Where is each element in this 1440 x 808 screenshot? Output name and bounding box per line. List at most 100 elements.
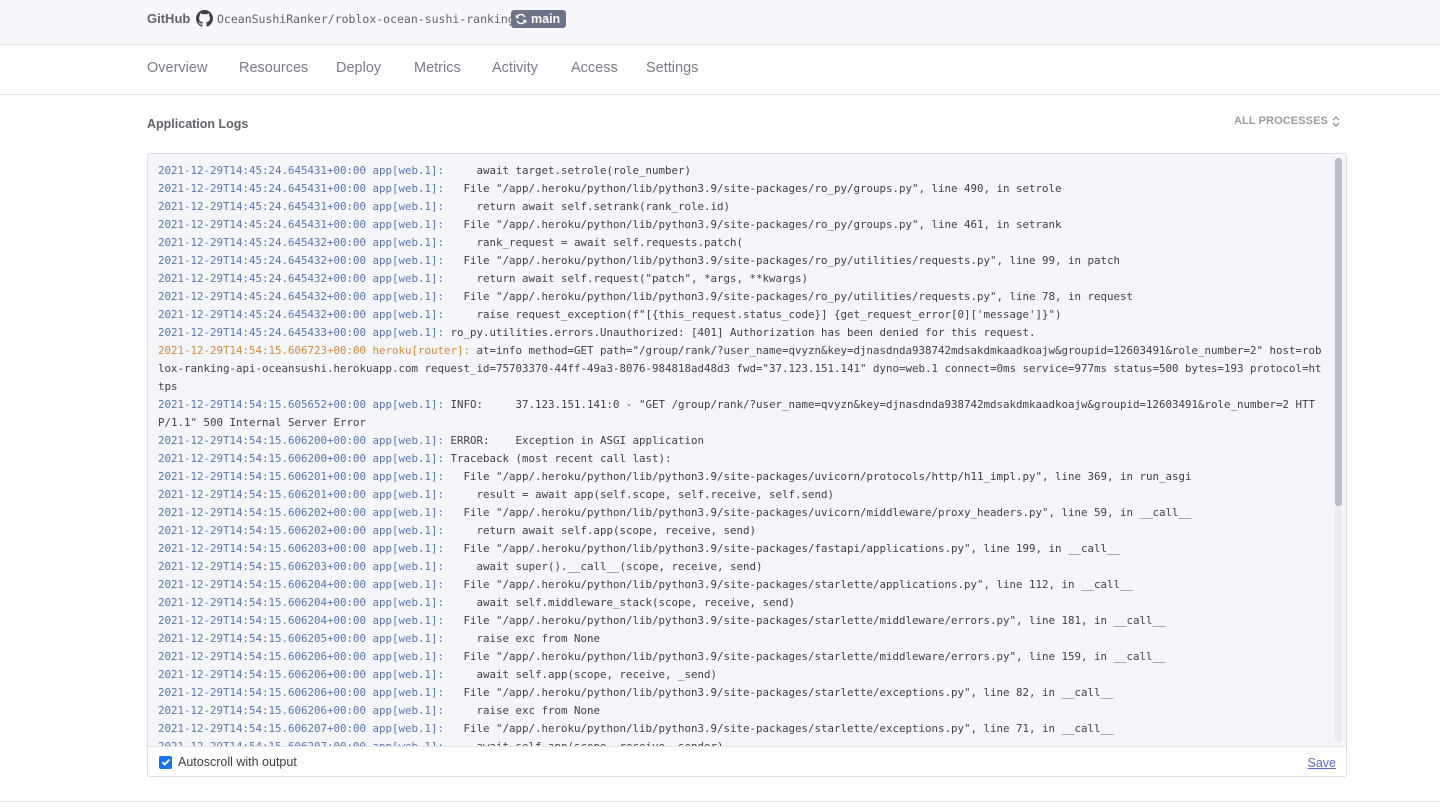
tab-overview[interactable]: Overview bbox=[147, 60, 207, 76]
log-line: 2021-12-29T14:54:15.606201+00:00 app[web… bbox=[158, 486, 1326, 504]
log-line-message: File "/app/.heroku/python/lib/python3.9/… bbox=[444, 470, 1192, 483]
log-line-message: File "/app/.heroku/python/lib/python3.9/… bbox=[444, 506, 1192, 519]
log-line: 2021-12-29T14:54:15.606202+00:00 app[web… bbox=[158, 504, 1326, 522]
app-header: GitHub OceanSushiRanker/roblox-ocean-sus… bbox=[0, 0, 1440, 45]
process-filter-select[interactable]: ALL PROCESSES bbox=[1234, 115, 1340, 127]
log-line-source: 2021-12-29T14:54:15.606204+00:00 app[web… bbox=[158, 614, 445, 627]
github-icon bbox=[196, 10, 213, 27]
log-output[interactable]: 2021-12-29T14:45:24.645431+00:00 app[web… bbox=[148, 154, 1332, 746]
save-logs-link[interactable]: Save bbox=[1308, 756, 1337, 770]
branch-badge[interactable]: main bbox=[511, 10, 567, 28]
autoscroll-label: Autoscroll with output bbox=[178, 755, 297, 769]
log-line-message: raise exc from None bbox=[444, 632, 601, 645]
log-line-source: 2021-12-29T14:54:15.606723+00:00 heroku[… bbox=[158, 344, 471, 357]
log-line-message: File "/app/.heroku/python/lib/python3.9/… bbox=[444, 218, 1062, 231]
tab-resources[interactable]: Resources bbox=[239, 60, 308, 76]
log-line-message: File "/app/.heroku/python/lib/python3.9/… bbox=[444, 542, 1121, 555]
tab-deploy[interactable]: Deploy bbox=[336, 60, 381, 76]
log-line: 2021-12-29T14:45:24.645432+00:00 app[web… bbox=[158, 252, 1326, 270]
log-line: 2021-12-29T14:54:15.606201+00:00 app[web… bbox=[158, 468, 1326, 486]
branch-name: main bbox=[531, 12, 561, 26]
log-line-message: Traceback (most recent call last): bbox=[444, 452, 672, 465]
log-viewer: 2021-12-29T14:45:24.645431+00:00 app[web… bbox=[147, 153, 1347, 777]
log-line-message: File "/app/.heroku/python/lib/python3.9/… bbox=[444, 614, 1166, 627]
log-line: 2021-12-29T14:54:15.606207+00:00 app[web… bbox=[158, 720, 1326, 738]
log-line-source: 2021-12-29T14:45:24.645432+00:00 app[web… bbox=[158, 272, 445, 285]
tab-access[interactable]: Access bbox=[571, 60, 618, 76]
log-line-message: rank_request = await self.requests.patch… bbox=[444, 236, 744, 249]
log-line-message: File "/app/.heroku/python/lib/python3.9/… bbox=[444, 578, 1134, 591]
log-line-message: await super().__call__(scope, receive, s… bbox=[444, 560, 763, 573]
log-line-message: return await self.app(scope, receive, se… bbox=[444, 524, 757, 537]
log-line: 2021-12-29T14:45:24.645433+00:00 app[web… bbox=[158, 324, 1326, 342]
log-line-source: 2021-12-29T14:45:24.645432+00:00 app[web… bbox=[158, 290, 445, 303]
log-line-message: raise request_exception(f"[{this_request… bbox=[444, 308, 1062, 321]
log-line-source: 2021-12-29T14:54:15.606200+00:00 app[web… bbox=[158, 452, 445, 465]
log-line: 2021-12-29T14:54:15.606204+00:00 app[web… bbox=[158, 576, 1326, 594]
log-line: 2021-12-29T14:54:15.606200+00:00 app[web… bbox=[158, 432, 1326, 450]
process-filter-value: ALL PROCESSES bbox=[1233, 115, 1328, 127]
log-line-source: 2021-12-29T14:54:15.606204+00:00 app[web… bbox=[158, 578, 445, 591]
app-tabs: Overview Resources Deploy Metrics Activi… bbox=[0, 45, 1440, 95]
log-line-source: 2021-12-29T14:45:24.645431+00:00 app[web… bbox=[158, 200, 445, 213]
log-line: 2021-12-29T14:54:15.606200+00:00 app[web… bbox=[158, 450, 1326, 468]
tab-settings[interactable]: Settings bbox=[646, 60, 698, 76]
tab-activity[interactable]: Activity bbox=[492, 60, 538, 76]
log-line-source: 2021-12-29T14:54:15.606206+00:00 app[web… bbox=[158, 668, 445, 681]
log-line: 2021-12-29T14:54:15.606206+00:00 app[web… bbox=[158, 702, 1326, 720]
log-line: 2021-12-29T14:45:24.645432+00:00 app[web… bbox=[158, 288, 1326, 306]
log-line: 2021-12-29T14:54:15.606206+00:00 app[web… bbox=[158, 684, 1326, 702]
log-scrollbar[interactable] bbox=[1335, 158, 1342, 742]
log-line-message: File "/app/.heroku/python/lib/python3.9/… bbox=[444, 722, 1114, 735]
log-line-message: raise exc from None bbox=[444, 704, 601, 717]
log-line-message: File "/app/.heroku/python/lib/python3.9/… bbox=[444, 254, 1121, 267]
log-line-message: await self.middleware_stack(scope, recei… bbox=[444, 596, 796, 609]
logs-title: Application Logs bbox=[147, 117, 249, 131]
log-line-source: 2021-12-29T14:45:24.645431+00:00 app[web… bbox=[158, 182, 445, 195]
repo-link[interactable]: OceanSushiRanker/roblox-ocean-sushi-rank… bbox=[217, 12, 515, 26]
log-line-message: File "/app/.heroku/python/lib/python3.9/… bbox=[444, 182, 1062, 195]
log-line-source: 2021-12-29T14:54:15.606204+00:00 app[web… bbox=[158, 596, 445, 609]
log-line: 2021-12-29T14:54:15.606203+00:00 app[web… bbox=[158, 540, 1326, 558]
log-line-source: 2021-12-29T14:54:15.606206+00:00 app[web… bbox=[158, 686, 445, 699]
log-line-source: 2021-12-29T14:45:24.645432+00:00 app[web… bbox=[158, 236, 445, 249]
log-line: 2021-12-29T14:54:15.606205+00:00 app[web… bbox=[158, 630, 1326, 648]
log-line: 2021-12-29T14:54:15.606202+00:00 app[web… bbox=[158, 522, 1326, 540]
log-line-source: 2021-12-29T14:54:15.606203+00:00 app[web… bbox=[158, 542, 445, 555]
log-line-source: 2021-12-29T14:45:24.645431+00:00 app[web… bbox=[158, 164, 445, 177]
log-line: 2021-12-29T14:45:24.645431+00:00 app[web… bbox=[158, 216, 1326, 234]
log-line-source: 2021-12-29T14:54:15.606207+00:00 app[web… bbox=[158, 722, 445, 735]
log-scrollbar-thumb[interactable] bbox=[1335, 158, 1342, 506]
autoscroll-toggle[interactable]: Autoscroll with output bbox=[159, 755, 297, 769]
log-line-message: await target.setrole(role_number) bbox=[444, 164, 692, 177]
log-line: 2021-12-29T14:54:15.605652+00:00 app[web… bbox=[158, 396, 1326, 432]
log-line-source: 2021-12-29T14:54:15.606202+00:00 app[web… bbox=[158, 506, 445, 519]
log-line: 2021-12-29T14:54:15.606207+00:00 app[web… bbox=[158, 738, 1326, 746]
tab-metrics[interactable]: Metrics bbox=[414, 60, 461, 76]
log-line: 2021-12-29T14:45:24.645432+00:00 app[web… bbox=[158, 270, 1326, 288]
log-line: 2021-12-29T14:54:15.606203+00:00 app[web… bbox=[158, 558, 1326, 576]
log-line-message: File "/app/.heroku/python/lib/python3.9/… bbox=[444, 686, 1114, 699]
log-line-source: 2021-12-29T14:54:15.606206+00:00 app[web… bbox=[158, 650, 445, 663]
log-line-message: ERROR: Exception in ASGI application bbox=[444, 434, 705, 447]
log-line: 2021-12-29T14:54:15.606204+00:00 app[web… bbox=[158, 594, 1326, 612]
log-footer: Autoscroll with output Save bbox=[148, 746, 1346, 776]
log-line: 2021-12-29T14:45:24.645432+00:00 app[web… bbox=[158, 306, 1326, 324]
autoscroll-checkbox[interactable] bbox=[159, 755, 172, 769]
checkmark-icon bbox=[161, 758, 170, 766]
log-line: 2021-12-29T14:54:15.606723+00:00 heroku[… bbox=[158, 342, 1326, 396]
log-line: 2021-12-29T14:45:24.645431+00:00 app[web… bbox=[158, 162, 1326, 180]
log-line-source: 2021-12-29T14:54:15.606202+00:00 app[web… bbox=[158, 524, 445, 537]
log-line: 2021-12-29T14:45:24.645432+00:00 app[web… bbox=[158, 234, 1326, 252]
log-line-message: ro_py.utilities.errors.Unauthorized: [40… bbox=[444, 326, 1036, 339]
log-line-source: 2021-12-29T14:54:15.606200+00:00 app[web… bbox=[158, 434, 445, 447]
log-line-source: 2021-12-29T14:54:15.606206+00:00 app[web… bbox=[158, 704, 445, 717]
log-line: 2021-12-29T14:54:15.606206+00:00 app[web… bbox=[158, 648, 1326, 666]
log-line-message: File "/app/.heroku/python/lib/python3.9/… bbox=[444, 650, 1166, 663]
log-line-message: await self.app(scope, receive, _send) bbox=[444, 668, 718, 681]
log-line-source: 2021-12-29T14:54:15.606203+00:00 app[web… bbox=[158, 560, 445, 573]
log-line-source: 2021-12-29T14:54:15.605652+00:00 app[web… bbox=[158, 398, 445, 411]
log-line: 2021-12-29T14:45:24.645431+00:00 app[web… bbox=[158, 180, 1326, 198]
log-line: 2021-12-29T14:54:15.606206+00:00 app[web… bbox=[158, 666, 1326, 684]
log-line-message: result = await app(self.scope, self.rece… bbox=[444, 488, 835, 501]
